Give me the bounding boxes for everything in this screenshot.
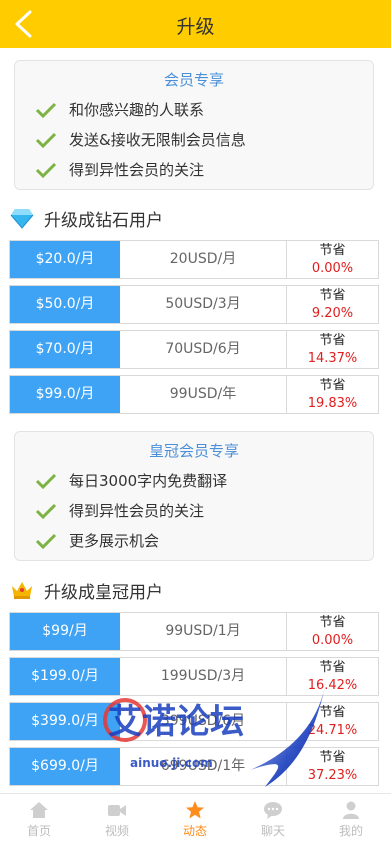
crown-section-heading: 升级成皇冠用户 [10,577,380,603]
tab-home[interactable]: 首页 [0,794,78,844]
savings-label: 节省 [319,378,346,393]
chat-icon [264,802,282,819]
crown-benefits-card: 皇冠会员专享 每日3000字内免费翻译 得到异性会员的关注 更多展示机会 [14,431,374,561]
vip-card-title: 会员专享 [163,71,224,89]
plan-description: 50USD/3月 [120,286,287,323]
plan-row[interactable]: $199.0/月 199USD/3月 节省 16.42% [9,657,379,696]
benefit-text: 和你感兴趣的人联系 [69,101,205,119]
diamond-icon [10,209,34,229]
benefit-text: 每日3000字内免费翻译 [69,472,228,490]
plan-savings: 节省 0.00% [287,241,378,278]
savings-percent: 14.37% [307,351,358,366]
plan-description: 99USD/年 [120,376,287,413]
plan-row[interactable]: $99/月 99USD/1月 节省 0.00% [9,612,379,651]
check-icon [35,473,57,490]
plan-savings: 节省 24.71% [287,703,378,740]
plan-savings: 节省 14.37% [287,331,378,368]
plan-price-button[interactable]: $99.0/月 [10,376,120,413]
savings-label: 节省 [319,705,346,720]
main-content[interactable]: 会员专享 和你感兴趣的人联系 发送&接收无限制会员信息 得到异性会员的关注 升级… [0,48,391,793]
plan-row[interactable]: $70.0/月 70USD/6月 节省 14.37% [9,330,379,369]
plan-savings: 节省 0.00% [287,613,378,650]
vip-benefits-card: 会员专享 和你感兴趣的人联系 发送&接收无限制会员信息 得到异性会员的关注 [14,60,374,190]
plan-description: 20USD/月 [120,241,287,278]
tab-label: 视频 [104,824,129,838]
tab-label: 动态 [182,824,207,838]
tab-chat[interactable]: 聊天 [234,794,312,844]
plan-row[interactable]: $699.0/月 699USD/1年 节省 37.23% [9,747,379,786]
plan-price-button[interactable]: $699.0/月 [10,748,120,785]
plan-row[interactable]: $20.0/月 20USD/月 节省 0.00% [9,240,379,279]
benefit-text: 更多展示机会 [69,532,160,550]
tab-label: 聊天 [260,824,285,838]
savings-label: 节省 [319,615,346,630]
savings-percent: 24.71% [307,723,358,738]
plan-row[interactable]: $399.0/月 399USD/6月 节省 24.71% [9,702,379,741]
savings-percent: 19.83% [307,396,358,411]
tab-label: 我的 [338,824,363,838]
plan-savings: 节省 9.20% [287,286,378,323]
benefit-text: 发送&接收无限制会员信息 [69,131,246,149]
benefit-text: 得到异性会员的关注 [69,502,205,520]
savings-label: 节省 [319,660,346,675]
crown-card-title: 皇冠会员专享 [148,442,239,460]
savings-label: 节省 [319,750,346,765]
user-icon [343,801,359,819]
savings-percent: 0.00% [311,633,354,648]
savings-label: 节省 [319,288,346,303]
plan-price-button[interactable]: $99/月 [10,613,120,650]
savings-percent: 16.42% [307,678,358,693]
savings-percent: 9.20% [311,306,354,321]
savings-percent: 0.00% [311,261,354,276]
page-title: 升级 [176,16,215,38]
check-icon [35,102,57,119]
crown-icon [12,582,32,599]
plan-price-button[interactable]: $199.0/月 [10,658,120,695]
plan-savings: 节省 37.23% [287,748,378,785]
check-icon [35,132,57,149]
plan-description: 99USD/1月 [120,613,287,650]
plan-savings: 节省 16.42% [287,658,378,695]
tab-moments[interactable]: 动态 [156,794,234,844]
plan-price-button[interactable]: $50.0/月 [10,286,120,323]
plan-description: 399USD/6月 [120,703,287,740]
savings-label: 节省 [319,333,346,348]
tab-profile[interactable]: 我的 [312,794,390,844]
plan-price-button[interactable]: $70.0/月 [10,331,120,368]
plan-description: 70USD/6月 [120,331,287,368]
benefit-text: 得到异性会员的关注 [69,161,205,179]
header-bar: 升级 [0,0,391,48]
plan-savings: 节省 19.83% [287,376,378,413]
bottom-tab-bar: 首页 视频 动态 聊天 我的 [0,793,391,843]
tab-video[interactable]: 视频 [78,794,156,844]
check-icon [35,503,57,520]
savings-label: 节省 [319,243,346,258]
plan-description: 199USD/3月 [120,658,287,695]
home-icon [30,802,48,818]
diamond-section-heading: 升级成钻石用户 [10,205,380,231]
plan-description: 699USD/1年 [120,748,287,785]
plan-row[interactable]: $50.0/月 50USD/3月 节省 9.20% [9,285,379,324]
plan-price-button[interactable]: $399.0/月 [10,703,120,740]
plan-row[interactable]: $99.0/月 99USD/年 节省 19.83% [9,375,379,414]
savings-percent: 37.23% [307,768,358,783]
check-icon [35,533,57,550]
plan-price-button[interactable]: $20.0/月 [10,241,120,278]
video-icon [108,805,126,816]
tab-label: 首页 [26,824,51,838]
star-icon [186,801,204,819]
crown-heading-text: 升级成皇冠用户 [44,583,163,603]
diamond-heading-text: 升级成钻石用户 [44,211,163,231]
check-icon [35,162,57,179]
